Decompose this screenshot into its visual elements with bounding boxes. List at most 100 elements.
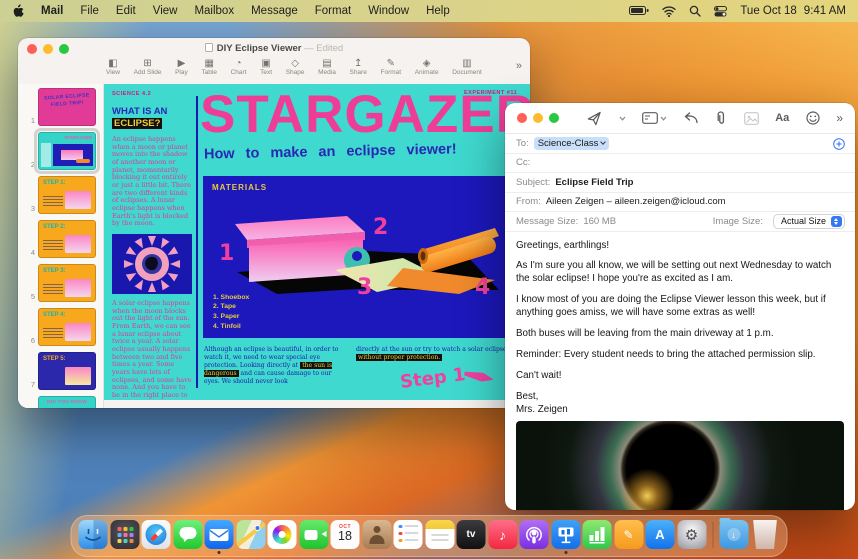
add-contact-button[interactable] [833, 138, 845, 153]
attach-button[interactable] [715, 110, 727, 126]
svg-text:2: 2 [373, 215, 388, 240]
zoom-button[interactable] [59, 44, 69, 54]
stepper-icon [831, 215, 842, 227]
send-options-chevron[interactable] [619, 116, 626, 121]
dock-launchpad[interactable] [110, 520, 139, 549]
dock-facetime[interactable] [299, 520, 328, 549]
menu-view[interactable]: View [153, 5, 178, 17]
wifi-icon[interactable] [662, 5, 677, 17]
document-button[interactable]: ▥ Document [452, 58, 482, 76]
zoom-button[interactable] [549, 113, 559, 123]
subject-field[interactable]: Subject: Eclipse Field Trip [505, 173, 855, 193]
dock-downloads-folder[interactable]: ↓ [719, 517, 748, 549]
to-field[interactable]: To: Science-Class [505, 134, 855, 154]
slide-thumb-2[interactable]: 2 STARGAZER [31, 128, 100, 174]
animate-button[interactable]: ◈ Animate [415, 58, 439, 76]
dock-trash[interactable] [753, 520, 777, 549]
play-button[interactable]: ▶ Play [175, 58, 188, 76]
recipient-token[interactable]: Science-Class [533, 136, 610, 150]
message-size-value: 160 MB [583, 215, 617, 227]
slide-navigator: 1 SOLAR ECLIPSE FIELD TRIP! 2 STARGAZER … [18, 84, 104, 408]
dock-pages[interactable]: ✎ [614, 520, 643, 549]
window-title: DIY Eclipse Viewer — Edited [27, 42, 521, 54]
dock-app-store[interactable]: A [645, 520, 675, 549]
image-size-select[interactable]: Actual Size [772, 213, 845, 229]
slide-canvas[interactable]: SCIENCE 4.2 EXPERIMENT #11 WHAT IS AN EC… [104, 84, 530, 400]
toolbar-overflow-button[interactable]: » [836, 111, 843, 125]
dock-settings[interactable]: ⚙ [677, 520, 706, 549]
menu-file[interactable]: File [80, 5, 99, 17]
eclipse-photo-attachment[interactable] [516, 420, 844, 510]
step-arrow-icon [463, 369, 494, 384]
table-button[interactable]: ▦ Table [201, 58, 217, 76]
format-button[interactable]: Aa [775, 112, 789, 124]
undo-button[interactable] [684, 112, 699, 124]
cc-field[interactable]: Cc: [505, 154, 855, 173]
add-slide-button[interactable]: ⊞ Add Slide [134, 58, 162, 76]
dock-safari[interactable] [141, 520, 171, 549]
minimize-button[interactable] [43, 44, 53, 54]
text-button[interactable]: ▣ Text [260, 58, 272, 76]
dock-keynote[interactable] [551, 520, 580, 554]
menu-clock[interactable]: Tue Oct 18 9:41 AM [740, 5, 846, 17]
dock-notes[interactable] [425, 520, 454, 549]
menu-help[interactable]: Help [426, 5, 450, 17]
menu-format[interactable]: Format [315, 5, 351, 17]
close-button[interactable] [27, 44, 37, 54]
dock-finder[interactable] [78, 520, 108, 549]
battery-icon[interactable] [629, 6, 649, 16]
slide-thumb-1[interactable]: 1 SOLAR ECLIPSE FIELD TRIP! [31, 88, 98, 126]
materials-box: MATERIALS 1 2 3 4 1. Shoebox 2. Tape 3. … [203, 176, 505, 338]
view-button[interactable]: ◧ View [106, 58, 120, 76]
minimize-button[interactable] [533, 113, 543, 123]
close-button[interactable] [517, 113, 527, 123]
slide-thumb-8[interactable]: 8 DID YOU KNOW [38, 396, 98, 408]
control-center-icon[interactable] [714, 5, 728, 17]
menu-time: 9:41 AM [803, 5, 846, 17]
send-button[interactable] [587, 111, 602, 126]
token-chevron-icon [600, 139, 607, 146]
share-button[interactable]: ↥ Share [349, 58, 366, 76]
dock-contacts[interactable] [362, 520, 391, 549]
edited-label: — Edited [304, 42, 344, 54]
dock-numbers[interactable] [582, 520, 612, 549]
shape-button[interactable]: ◇ Shape [286, 58, 305, 76]
format-button[interactable]: ✎ Format [380, 58, 401, 76]
slide-thumb-5[interactable]: 5 STEP 3: [31, 264, 98, 302]
slide-thumb-4[interactable]: 4 STEP 2: [31, 220, 98, 258]
header-fields-button[interactable] [642, 112, 667, 124]
dock-podcasts[interactable] [519, 520, 549, 549]
materials-list: 1. Shoebox 2. Tape 3. Paper 4. Tinfoil [213, 293, 250, 331]
mail-toolbar: Aa » [505, 103, 855, 134]
message-body[interactable]: Greetings, earthlings! As I'm sure you a… [505, 232, 855, 417]
insert-photo-button[interactable] [743, 111, 759, 125]
dock-mail[interactable] [204, 520, 234, 554]
desktop: Mail File Edit View Mailbox Message Form… [0, 0, 858, 559]
toolbar-overflow-button[interactable]: » [516, 60, 522, 72]
search-icon[interactable] [689, 5, 701, 17]
slide-thumb-7[interactable]: 7 STEP 5: [31, 352, 98, 390]
menu-mailbox[interactable]: Mailbox [194, 5, 234, 17]
menu-edit[interactable]: Edit [116, 5, 136, 17]
dock-music[interactable]: ♪ [488, 520, 517, 549]
slide-thumb-3[interactable]: 3 STEP 1: [31, 176, 98, 214]
dock-tv[interactable]: tv [456, 520, 486, 549]
science-tag: SCIENCE 4.2 [112, 91, 152, 97]
media-button[interactable]: ▤ Media [318, 58, 336, 76]
download-arrow-icon: ↓ [731, 529, 736, 540]
dock-messages[interactable] [173, 520, 202, 549]
materials-illustration: 1 2 3 4 [207, 194, 501, 300]
emoji-button[interactable] [806, 111, 820, 125]
dock-photos[interactable] [267, 520, 297, 549]
menu-window[interactable]: Window [368, 5, 409, 17]
chart-button[interactable]: ◔ Chart [231, 58, 247, 76]
dock-calendar[interactable]: OCT 18 [330, 520, 360, 549]
menu-message[interactable]: Message [251, 5, 298, 17]
sidebar-icon: ◧ [108, 58, 118, 69]
apple-menu-icon[interactable] [12, 4, 24, 18]
dock-maps[interactable] [236, 520, 265, 549]
from-field[interactable]: From: Aileen Zeigen – aileen.zeigen@iclo… [505, 193, 855, 212]
slide-thumb-6[interactable]: 6 STEP 4: [31, 308, 98, 346]
menu-app-name[interactable]: Mail [41, 5, 63, 17]
dock-reminders[interactable] [393, 520, 423, 549]
